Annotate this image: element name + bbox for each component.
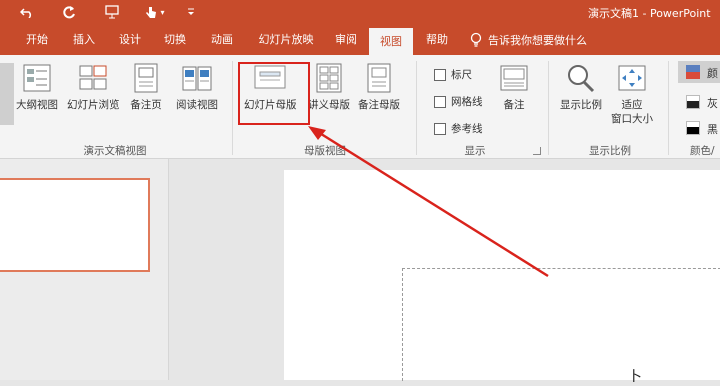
annotation-arrow: [308, 126, 549, 278]
